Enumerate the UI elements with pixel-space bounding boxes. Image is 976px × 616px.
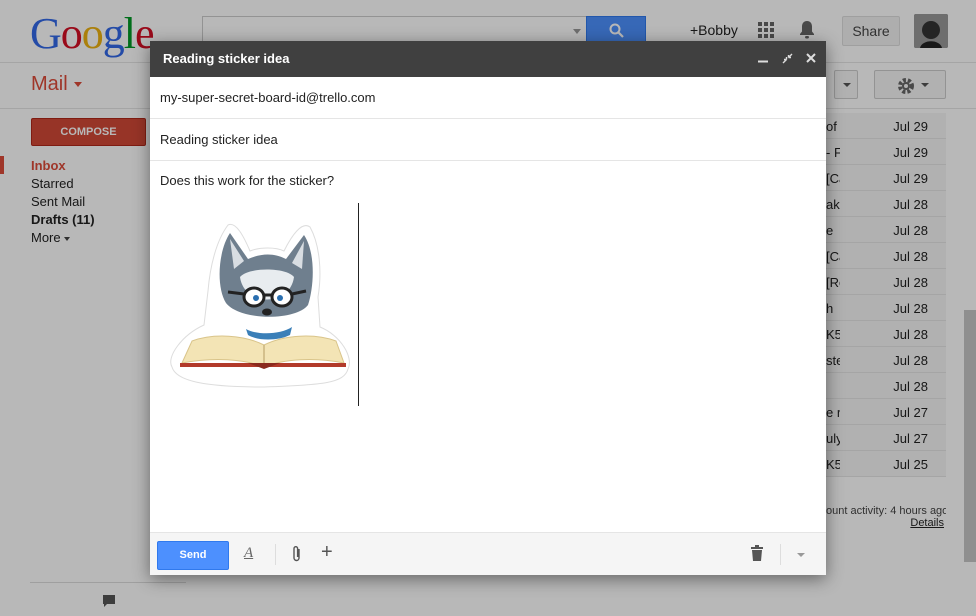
discard-draft-icon[interactable] <box>750 545 764 561</box>
to-field[interactable]: my-super-secret-board-id@trello.com <box>150 77 826 119</box>
popout-icon[interactable] <box>780 50 794 66</box>
subject-value: Reading sticker idea <box>160 132 278 147</box>
send-button[interactable]: Send <box>157 541 229 570</box>
toolbar-separator <box>275 544 276 565</box>
text-cursor <box>358 203 359 406</box>
close-icon[interactable] <box>804 50 818 66</box>
compose-toolbar: Send A + <box>150 532 826 575</box>
to-recipient: my-super-secret-board-id@trello.com <box>160 90 376 105</box>
attach-file-icon[interactable] <box>291 545 303 563</box>
husky-reading-sticker-image <box>170 223 350 388</box>
subject-field[interactable]: Reading sticker idea <box>150 119 826 161</box>
compose-title: Reading sticker idea <box>163 51 290 66</box>
toolbar-separator <box>780 544 781 565</box>
message-body-text[interactable]: Does this work for the sticker? <box>160 173 334 188</box>
formatting-options-icon[interactable]: A <box>244 545 253 562</box>
compose-dialog: Reading sticker idea my-super-secret-boa… <box>150 41 826 575</box>
more-options-chevron-icon[interactable] <box>797 553 805 557</box>
compose-header[interactable]: Reading sticker idea <box>150 41 826 77</box>
insert-more-icon[interactable]: + <box>321 541 333 564</box>
minimize-icon[interactable] <box>756 50 770 66</box>
